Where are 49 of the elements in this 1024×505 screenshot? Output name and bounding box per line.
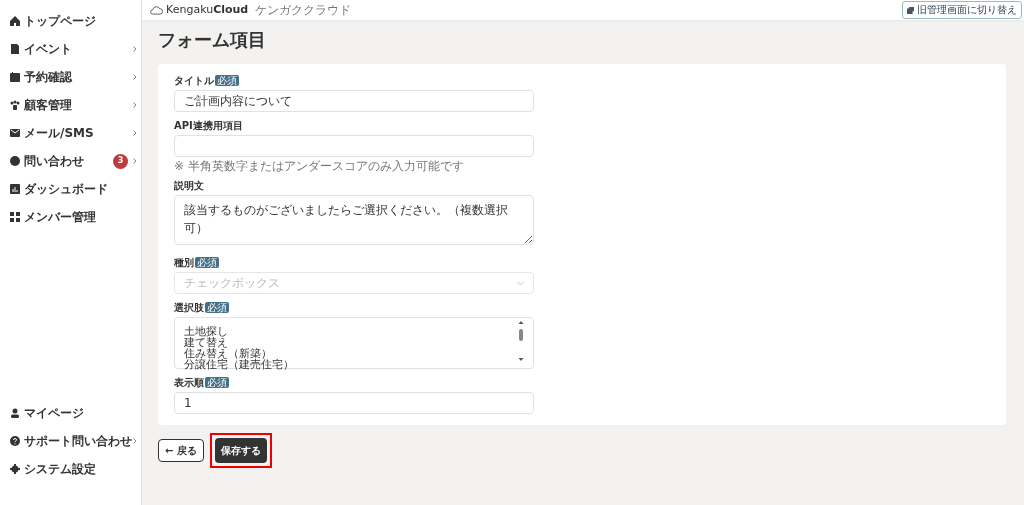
question-icon: [10, 436, 20, 446]
required-badge: 必須: [205, 302, 229, 313]
sidebar-item[interactable]: イベント: [0, 35, 141, 63]
sidebar-item[interactable]: 問い合わせ 3: [0, 147, 141, 175]
people-icon: [10, 100, 20, 110]
field-label: 表示順: [174, 376, 204, 389]
person-icon: [10, 408, 20, 418]
dropdown-caret-icon: [517, 280, 524, 286]
back-button[interactable]: ← 戻る: [158, 439, 204, 462]
switch-icon: [907, 6, 914, 14]
field-label: タイトル: [174, 74, 214, 87]
chat-bubble-icon: [10, 156, 20, 166]
text-field[interactable]: ご計画内容について: [174, 90, 534, 112]
sidebar-item[interactable]: メンバー管理: [0, 203, 141, 231]
page-title: フォーム項目: [158, 28, 267, 52]
field-label: 選択肢: [174, 301, 204, 314]
switch-view-button[interactable]: 旧管理画面に切り替え: [902, 1, 1022, 19]
help-text: ※ 半角英数字またはアンダースコアのみ入力可能です: [174, 160, 465, 172]
document-icon: [10, 44, 20, 54]
grid-icon: [10, 212, 20, 222]
text-field[interactable]: [174, 135, 534, 157]
logo-text: KengakuCloud: [166, 1, 249, 18]
logo-subtitle: ケンガククラウド: [255, 2, 352, 19]
sidebar-item[interactable]: トップページ: [0, 7, 141, 35]
sidebar-item[interactable]: ダッシュボード: [0, 175, 141, 203]
sidebar-item[interactable]: マイページ: [0, 399, 141, 427]
scrollbar-icon: [518, 321, 524, 361]
sidebar-item[interactable]: 顧客管理: [0, 91, 141, 119]
chart-icon: [10, 184, 20, 194]
field-label: 説明文: [174, 179, 204, 192]
text-field[interactable]: 1: [174, 392, 534, 414]
sidebar-item[interactable]: システム設定: [0, 455, 141, 483]
choices-field[interactable]: 土地探し 建て替え 住み替え（新築） 分譲住宅（建売住宅）: [174, 317, 534, 369]
required-badge: 必須: [195, 257, 219, 268]
mail-icon: [10, 128, 20, 138]
home-icon: [10, 16, 20, 26]
field-label: 種別: [174, 256, 194, 269]
required-badge: 必須: [215, 75, 239, 86]
calendar-icon: [10, 72, 20, 82]
text-area[interactable]: 該当するものがございましたらご選択ください。（複数選択可）: [174, 195, 534, 245]
cloud-logo-icon: [150, 5, 163, 15]
sidebar-item[interactable]: サポート問い合わせ: [0, 427, 141, 455]
count-badge: 3: [113, 153, 128, 169]
save-button[interactable]: 保存する: [214, 438, 267, 463]
required-badge: 必須: [205, 377, 229, 388]
sidebar-item[interactable]: 予約確認: [0, 63, 141, 91]
gear-icon: [10, 464, 20, 474]
field-label: API連携用項目: [174, 119, 243, 132]
sidebar-item[interactable]: メール/SMS: [0, 119, 141, 147]
